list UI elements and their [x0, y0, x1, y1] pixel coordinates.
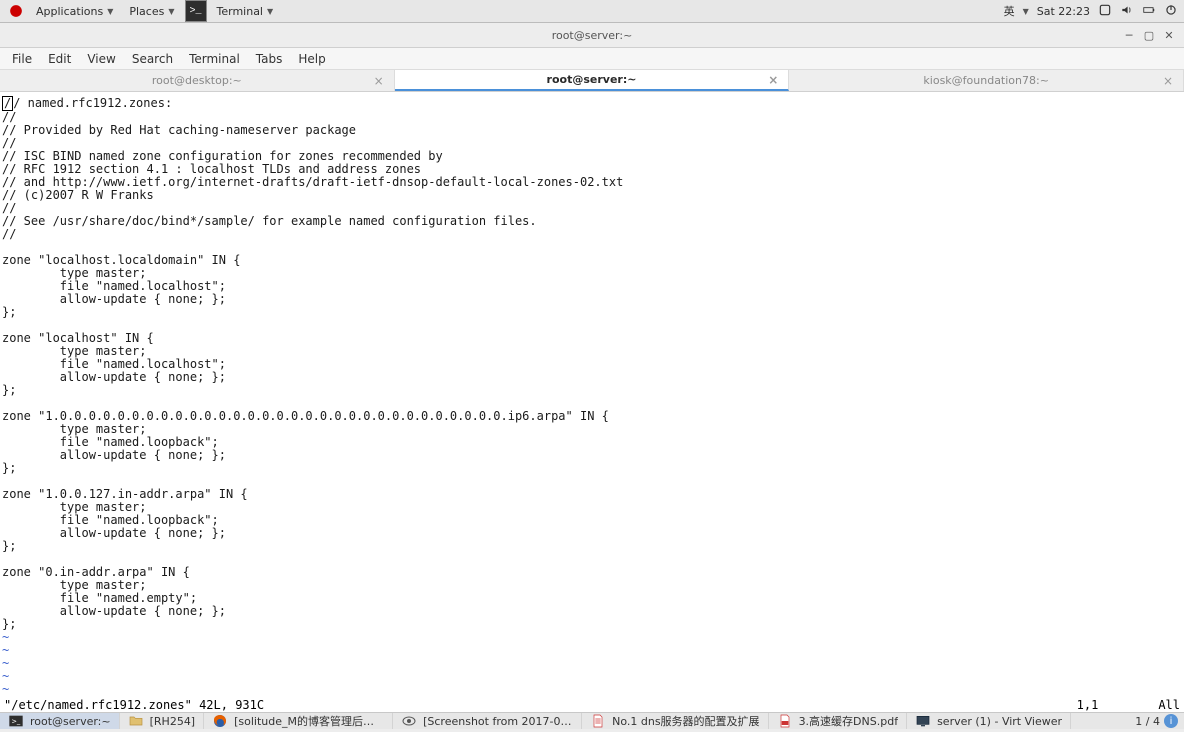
- menu-view[interactable]: View: [79, 52, 123, 66]
- chevron-down-icon: ▼: [107, 7, 113, 16]
- workspace-indicator[interactable]: 1 / 4: [1135, 715, 1160, 728]
- taskbar-item-label: 3.高速缓存DNS.pdf: [799, 713, 899, 729]
- terminal-window: root@server:~ ─ ▢ ✕ File Edit View Searc…: [0, 23, 1184, 712]
- taskbar-item[interactable]: [solitude_M的博客管理后台-51...: [204, 713, 393, 729]
- chevron-down-icon: ▼: [1023, 7, 1029, 16]
- firefox-icon: [212, 713, 228, 729]
- close-button[interactable]: ✕: [1162, 28, 1176, 42]
- chevron-down-icon: ▼: [168, 7, 174, 16]
- status-position: 1,1: [1077, 698, 1159, 712]
- cursor: /: [2, 96, 13, 111]
- places-label: Places: [129, 5, 164, 18]
- power-icon[interactable]: [1164, 3, 1178, 20]
- taskbar-item-label: [Screenshot from 2017-05-06 ...: [423, 715, 573, 728]
- tab-3[interactable]: kiosk@foundation78:~ ×: [789, 70, 1184, 91]
- menu-tabs[interactable]: Tabs: [248, 52, 291, 66]
- tab-label: kiosk@foundation78:~: [923, 74, 1049, 87]
- info-icon[interactable]: i: [1164, 714, 1178, 728]
- taskbar-item-label: server (1) - Virt Viewer: [937, 715, 1062, 728]
- window-title: root@server:~: [552, 29, 633, 42]
- applications-menu[interactable]: Applications ▼: [28, 5, 121, 18]
- taskbar-item[interactable]: [Screenshot from 2017-05-06 ...: [393, 713, 582, 729]
- menu-edit[interactable]: Edit: [40, 52, 79, 66]
- terminal-body: / named.rfc1912.zones: // // Provided by…: [2, 96, 623, 631]
- svg-text:>_: >_: [11, 718, 21, 726]
- maximize-button[interactable]: ▢: [1142, 28, 1156, 42]
- status-file: "/etc/named.rfc1912.zones" 42L, 931C: [4, 698, 264, 712]
- monitor-icon: [915, 713, 931, 729]
- tab-label: root@desktop:~: [152, 74, 242, 87]
- vim-tilde: ~: [2, 682, 9, 696]
- bottom-taskbar: >_ root@server:~ [RH254] [solitude_M的博客管…: [0, 712, 1184, 729]
- taskbar-item[interactable]: No.1 dns服务器的配置及扩展: [582, 713, 768, 729]
- vim-tilde: ~: [2, 630, 9, 644]
- vim-tilde: ~: [2, 643, 9, 657]
- terminal-content[interactable]: // named.rfc1912.zones: // // Provided b…: [0, 92, 1184, 698]
- menu-help[interactable]: Help: [290, 52, 333, 66]
- folder-icon: [128, 713, 144, 729]
- eye-icon: [401, 713, 417, 729]
- tab-close-icon[interactable]: ×: [374, 74, 384, 88]
- tab-close-icon[interactable]: ×: [768, 73, 778, 87]
- tab-2[interactable]: root@server:~ ×: [395, 70, 790, 91]
- terminal-tabs: root@desktop:~ × root@server:~ × kiosk@f…: [0, 70, 1184, 92]
- tab-close-icon[interactable]: ×: [1163, 74, 1173, 88]
- vim-tilde: ~: [2, 669, 9, 683]
- menubar: File Edit View Search Terminal Tabs Help: [0, 48, 1184, 70]
- battery-icon[interactable]: [1142, 3, 1156, 20]
- taskbar-item[interactable]: server (1) - Virt Viewer: [907, 713, 1071, 729]
- vim-tilde: ~: [2, 656, 9, 670]
- menu-terminal[interactable]: Terminal: [181, 52, 248, 66]
- distro-logo-icon: [6, 1, 26, 21]
- taskbar-item[interactable]: [RH254]: [120, 713, 205, 729]
- pdf-icon: [777, 713, 793, 729]
- taskbar-item[interactable]: 3.高速缓存DNS.pdf: [769, 713, 908, 729]
- taskbar-item-label: [RH254]: [150, 715, 196, 728]
- terminal-app-label: Terminal: [217, 5, 264, 18]
- window-titlebar[interactable]: root@server:~ ─ ▢ ✕: [0, 23, 1184, 48]
- vim-status-line: "/etc/named.rfc1912.zones" 42L, 931C 1,1…: [0, 698, 1184, 712]
- taskbar-item[interactable]: >_ root@server:~: [0, 713, 120, 729]
- clock[interactable]: Sat 22:23: [1037, 5, 1090, 18]
- tab-label: root@server:~: [547, 73, 637, 86]
- applications-label: Applications: [36, 5, 103, 18]
- menu-file[interactable]: File: [4, 52, 40, 66]
- taskbar-item-label: No.1 dns服务器的配置及扩展: [612, 713, 759, 729]
- a11y-icon[interactable]: [1098, 3, 1112, 20]
- taskbar-item-label: [solitude_M的博客管理后台-51...: [234, 713, 384, 729]
- document-icon: [590, 713, 606, 729]
- taskbar-item-label: root@server:~: [30, 715, 111, 728]
- menu-search[interactable]: Search: [124, 52, 181, 66]
- tab-1[interactable]: root@desktop:~ ×: [0, 70, 395, 91]
- input-method-indicator[interactable]: 英: [1004, 3, 1015, 19]
- volume-icon[interactable]: [1120, 3, 1134, 20]
- chevron-down-icon: ▼: [267, 7, 273, 16]
- terminal-app-menu[interactable]: Terminal ▼: [209, 5, 282, 18]
- status-scroll: All: [1158, 698, 1180, 712]
- terminal-app-icon[interactable]: >_: [185, 0, 207, 22]
- terminal-icon: >_: [8, 713, 24, 729]
- minimize-button[interactable]: ─: [1122, 28, 1136, 42]
- places-menu[interactable]: Places ▼: [121, 5, 182, 18]
- top-panel: Applications ▼ Places ▼ >_ Terminal ▼ 英 …: [0, 0, 1184, 23]
